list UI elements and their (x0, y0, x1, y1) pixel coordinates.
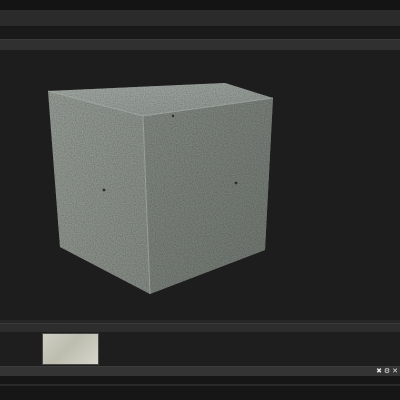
bottom-margin (0, 376, 400, 400)
3d-viewport[interactable] (0, 50, 400, 320)
cube-hole (102, 188, 106, 192)
menu-bar[interactable] (0, 10, 400, 27)
pin-icon[interactable]: ✖ (375, 367, 383, 375)
title-margin (0, 0, 400, 10)
close-icon[interactable]: ✕ (391, 367, 399, 375)
toolbar-strip (0, 27, 400, 39)
concrete-cube-model[interactable] (0, 50, 400, 320)
cube-front-face (48, 91, 150, 294)
cube-hole (234, 181, 238, 185)
footer-bar (0, 384, 400, 386)
cube-hole (171, 114, 175, 118)
toolbar[interactable] (0, 39, 400, 50)
concrete-texture-thumbnail[interactable] (42, 333, 99, 365)
gear-icon[interactable]: ⚙ (383, 367, 391, 375)
cube-right-face (143, 98, 273, 294)
application-window: ✖ ⚙ ✕ (0, 0, 400, 400)
